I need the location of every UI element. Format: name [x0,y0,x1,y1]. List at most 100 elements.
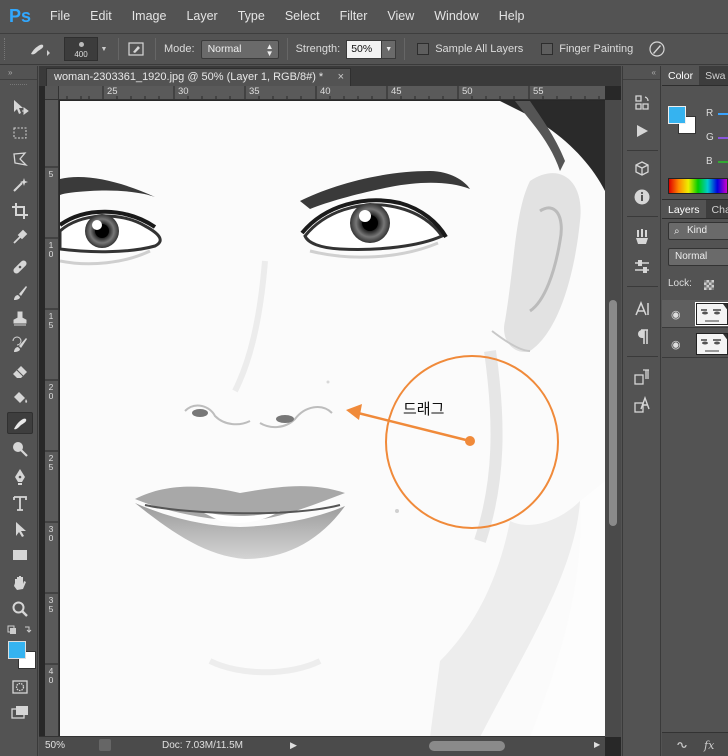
layer-row[interactable]: ◉ [662,300,728,328]
document-tab[interactable]: woman-2303361_1920.jpg @ 50% (Layer 1, R… [46,68,351,86]
tool-type[interactable] [7,492,33,514]
tool-healing-brush[interactable] [7,256,33,278]
menu-type[interactable]: Type [228,0,275,33]
menu-window[interactable]: Window [424,0,488,33]
tool-move[interactable] [7,96,33,118]
actions-panel-button[interactable] [631,120,653,142]
character-panel-button[interactable] [631,298,653,320]
paragraph-styles-panel-button[interactable] [631,366,653,388]
tools-collapse[interactable]: » [0,66,37,80]
tool-paint-bucket[interactable] [7,386,33,408]
menu-help[interactable]: Help [489,0,535,33]
tool-quick-mask[interactable] [7,676,33,698]
brush-panel-toggle[interactable] [127,39,147,59]
smudge-icon [14,418,27,430]
tool-clone-stamp[interactable] [7,308,33,330]
tools-grip[interactable] [10,84,27,94]
vertical-ruler[interactable]: 5 1 0 1 5 2 0 2 5 3 0 3 5 4 0 [45,100,59,736]
tool-zoom[interactable] [7,598,33,620]
panel-strip-collapse[interactable]: « [623,66,660,80]
tab-layers[interactable]: Layers [662,200,706,218]
menu-select[interactable]: Select [275,0,330,33]
separator [627,216,658,217]
color-spectrum-bar[interactable] [668,178,728,194]
3d-panel-button[interactable] [631,158,653,180]
layer-row[interactable]: ◉ [662,330,728,358]
proof-icon[interactable] [99,739,111,751]
tool-history-brush[interactable] [7,334,33,356]
sample-all-layers-option[interactable]: Sample All Layers [417,43,529,55]
strength-input[interactable]: 50% [346,39,383,59]
strength-dropdown-arrow[interactable]: ▼ [382,39,397,59]
ruler-origin[interactable] [45,86,59,100]
menu-image[interactable]: Image [122,0,177,33]
color-swatches[interactable] [8,641,36,669]
menu-filter[interactable]: Filter [330,0,378,33]
green-slider[interactable] [718,137,728,139]
finger-painting-option[interactable]: Finger Painting [541,43,639,55]
tool-rectangle[interactable] [7,544,33,566]
menu-edit[interactable]: Edit [80,0,122,33]
status-menu-arrow-icon[interactable]: ▶ [290,740,297,751]
tab-channels[interactable]: Cha [706,200,728,218]
tool-hand[interactable] [7,572,33,594]
vertical-scrollbar[interactable] [605,100,621,737]
mode-select[interactable]: Normal ▲ ▼ [200,39,279,59]
tab-swatches[interactable]: Swa [699,66,728,85]
red-slider[interactable] [718,113,728,115]
menu-file[interactable]: File [40,0,80,33]
info-panel-button[interactable] [631,186,653,208]
tab-color[interactable]: Color [662,66,700,85]
lock-transparency-icon[interactable] [704,280,714,290]
default-swap-colors[interactable] [6,624,34,638]
menu-bar: Ps File Edit Image Layer Type Select Fil… [0,0,728,33]
tool-lasso[interactable] [7,148,33,170]
brush-presets-panel-button[interactable] [631,226,653,248]
horizontal-scroll-thumb[interactable] [429,741,505,751]
blend-mode-select[interactable]: Normal [668,248,728,266]
pressure-toggle[interactable] [647,39,667,59]
color-panel-swatches[interactable] [668,106,698,136]
eye-icon[interactable]: ◉ [671,308,681,321]
tool-dodge[interactable] [7,438,33,460]
tool-brush[interactable] [7,282,33,304]
paragraph-panel-button[interactable] [631,326,653,348]
layer-filter-select[interactable]: ⌕ Kind [668,222,728,240]
adjustments-panel-button[interactable] [631,256,653,278]
zoom-level[interactable]: 50% [45,740,65,751]
blue-slider[interactable] [718,161,728,163]
tool-magic-wand[interactable] [7,174,33,196]
sample-all-layers-checkbox[interactable] [417,43,430,55]
vertical-scroll-thumb[interactable] [609,300,617,526]
scroll-right-arrow-icon[interactable]: ▶ [594,740,600,749]
rectangle-icon [13,550,27,560]
foreground-color-swatch[interactable] [668,106,686,124]
tool-crop[interactable] [7,200,33,222]
image-canvas[interactable] [60,101,605,737]
quick-mask-icon [12,680,28,694]
tool-preset-picker[interactable] [20,37,60,61]
layer-actions-icons: fx [677,739,715,752]
options-grip[interactable] [4,38,14,60]
path-select-icon [16,522,26,537]
tool-screen-mode[interactable] [7,702,33,724]
foreground-color-swatch[interactable] [8,641,26,659]
history-panel-button[interactable] [631,92,653,114]
brush-dropdown-arrow[interactable]: ▼ [98,37,110,61]
menu-layer[interactable]: Layer [176,0,227,33]
brush-panel-icon [128,42,144,56]
character-styles-panel-button[interactable] [631,394,653,416]
tool-pen[interactable] [7,466,33,488]
close-icon[interactable]: × [338,69,344,85]
tool-path-selection[interactable] [7,518,33,540]
tool-eraser[interactable] [7,360,33,382]
tool-eyedropper[interactable] [7,226,33,248]
tool-marquee[interactable] [7,122,33,144]
finger-painting-checkbox[interactable] [541,43,554,55]
horizontal-ruler[interactable]: 25 30 35 40 45 50 55 [59,86,605,100]
green-channel-label: G [706,132,714,143]
menu-view[interactable]: View [377,0,424,33]
tool-smudge[interactable] [7,412,33,434]
brush-preset-picker[interactable]: 400 [64,37,98,61]
eye-icon[interactable]: ◉ [671,338,681,351]
